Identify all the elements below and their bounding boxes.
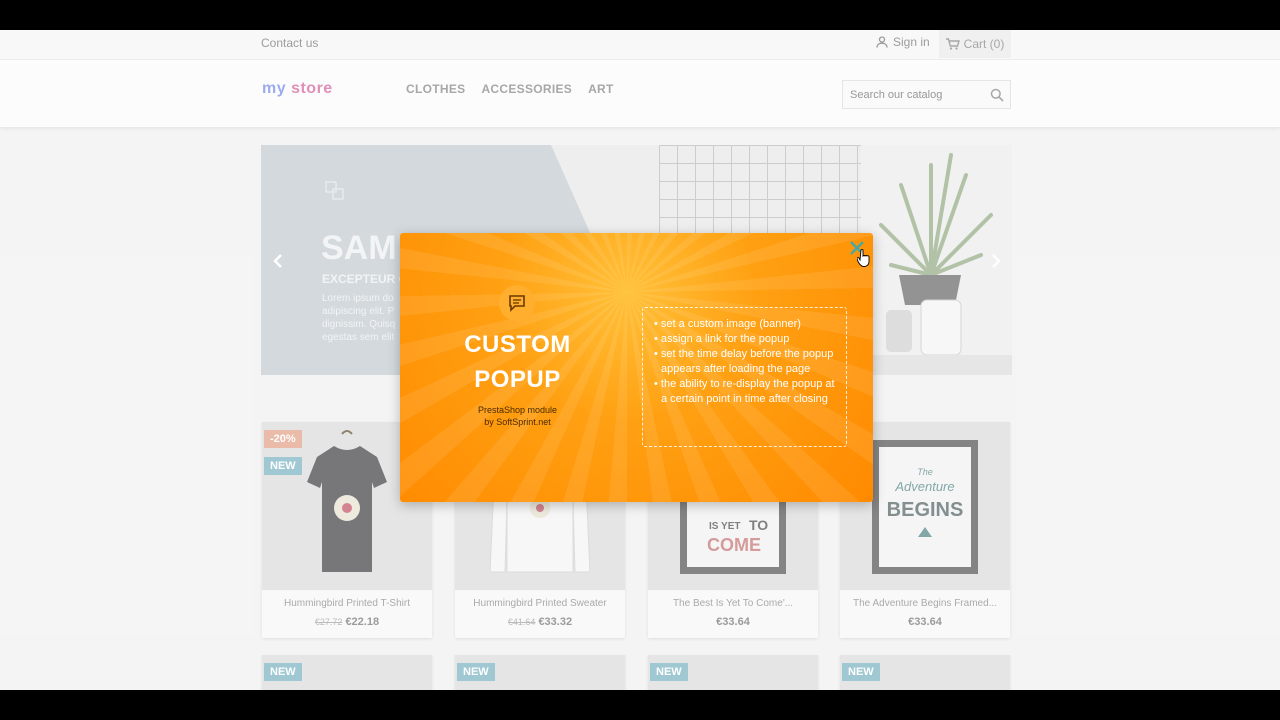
popup-title-line-1: CUSTOM xyxy=(464,331,571,358)
chat-icon xyxy=(499,285,535,321)
custom-popup[interactable]: CUSTOM POPUP PrestaShop module by SoftSp… xyxy=(400,233,873,502)
popup-title-line-2: POPUP xyxy=(474,366,561,393)
feature-item: assign a link for the popup xyxy=(652,332,838,347)
popup-subtitle-line-2: by SoftSprint.net xyxy=(484,417,551,427)
feature-item: the ability to re-display the popup at a… xyxy=(652,377,838,407)
popup-subtitle: PrestaShop module by SoftSprint.net xyxy=(440,404,595,428)
popup-title: CUSTOM POPUP xyxy=(440,327,595,397)
popup-subtitle-line-1: PrestaShop module xyxy=(477,405,558,415)
hand-cursor-icon xyxy=(857,249,870,267)
browser-viewport: Contact us Sign in Cart (0) my store CLO… xyxy=(0,30,1280,690)
popup-feature-list: set a custom image (banner) assign a lin… xyxy=(642,307,847,447)
feature-item: set a custom image (banner) xyxy=(652,317,838,332)
feature-item: set the time delay before the popup appe… xyxy=(652,347,838,377)
